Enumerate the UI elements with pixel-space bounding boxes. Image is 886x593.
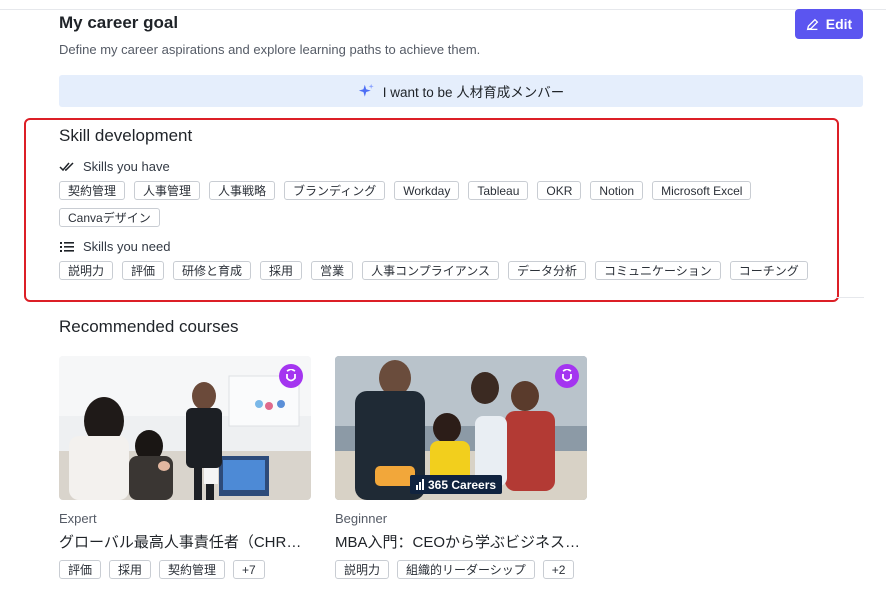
brand-label: 365 Careers [428,477,497,492]
course-skill-tag: 採用 [109,560,152,579]
skill-tag: 評価 [122,261,165,280]
skill-tag: 採用 [260,261,303,280]
course-skill-tag: 契約管理 [159,560,226,579]
skill-tag: OKR [537,181,582,200]
course-skill-tag: 説明力 [335,560,390,579]
skills-you-need-label: Skills you need [83,239,171,254]
course-thumbnail-image [59,356,311,500]
top-divider [0,9,886,10]
recommended-courses-title: Recommended courses [59,317,239,336]
course-title[interactable]: MBA入門：CEOから学ぶビジネススキル [335,531,587,552]
skill-tag: Microsoft Excel [652,181,752,200]
course-skill-tag: +2 [542,560,575,579]
skill-tag: 営業 [311,261,354,280]
skills-you-have-list: 契約管理 人事管理 人事戦略 ブランディング Workday Tableau OKR Noti… [59,181,819,227]
pencil-icon [806,18,819,30]
edit-button[interactable]: Edit [795,9,863,39]
course-level: Expert [59,511,97,526]
course-skill-tag: 組織的リーダーシップ [397,560,535,579]
course-skill-tags: 評価 採用 契約管理 +7 [59,560,311,579]
provider-logo-icon [279,364,303,388]
career-goal-title: My career goal [59,13,179,32]
skill-tag: Canvaデザイン [59,208,160,227]
skill-tag: ブランディング [284,181,386,200]
skills-you-need-list: 説明力 評価 研修と育成 採用 営業 人事コンプライアンス データ分析 コミュニケーション コー… [59,261,829,280]
skill-tag: データ分析 [508,261,587,280]
skill-tag: コミュニケーション [595,261,721,280]
brand-overlay: 365 Careers [410,475,503,494]
course-skill-tag: 評価 [59,560,102,579]
skills-you-have-label: Skills you have [83,159,170,174]
course-level: Beginner [335,511,388,526]
edit-button-label: Edit [825,16,853,32]
course-card[interactable]: 365 Careers Beginner MBA入門：CEOから学ぶビジネススキ… [335,356,587,579]
course-skill-tags: 説明力 組織的リーダーシップ +2 [335,560,587,579]
bar-chart-icon [416,479,424,490]
skill-tag: 研修と育成 [173,261,252,280]
career-aspiration-text: I want to be 人材育成メンバー [382,85,565,100]
skill-tag: 人事管理 [134,181,201,200]
sparkle-icon [358,83,374,97]
skills-you-have-heading: Skills you have [59,159,170,174]
skill-tag: 人事コンプライアンス [362,261,499,280]
skill-tag: Workday [394,181,460,200]
skills-you-need-heading: Skills you need [59,239,170,254]
skill-development-title: Skill development [59,126,193,145]
career-aspiration-banner: I want to be 人材育成メンバー [59,75,863,107]
skill-tag: 人事戦略 [209,181,276,200]
course-title[interactable]: グローバル最高人事責任者（CHRO） [59,531,311,552]
course-skill-tag: +7 [233,560,265,579]
skill-tag: 説明力 [59,261,114,280]
list-icon [60,241,74,252]
course-thumbnail[interactable] [59,356,311,500]
career-goal-description: Define my career aspirations and explore… [59,42,481,57]
skill-tag: コーチング [729,261,808,280]
skill-tag: Tableau [468,181,529,200]
double-check-icon [59,161,74,171]
course-card[interactable]: Expert グローバル最高人事責任者（CHRO） 評価 採用 契約管理 +7 [59,356,311,579]
course-thumbnail[interactable]: 365 Careers [335,356,587,500]
skill-tag: 契約管理 [59,181,126,200]
section-divider [836,297,864,298]
skill-tag: Notion [590,181,644,200]
provider-logo-icon [555,364,579,388]
